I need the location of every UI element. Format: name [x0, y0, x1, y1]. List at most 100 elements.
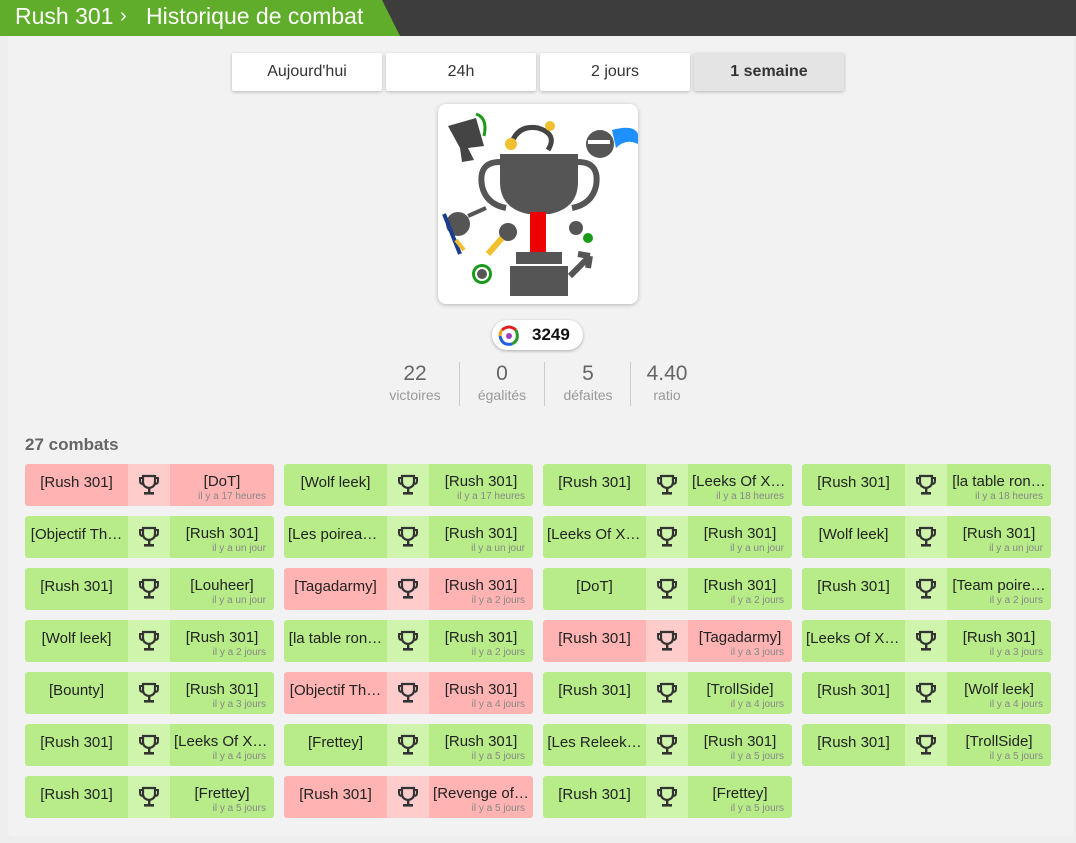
fight-card[interactable]: [la table ron… [Rush 301] il y a 2 jours [284, 620, 533, 662]
team-left-name: [Rush 301] [558, 630, 631, 647]
period-today-button[interactable]: Aujourd'hui [232, 53, 382, 91]
fight-card[interactable]: [Rush 301] [la table ron… il y a 18 heures [802, 464, 1051, 506]
fight-date: il y a un jour [212, 543, 266, 554]
fight-card[interactable]: [Rush 301] [Frettey] il y a 5 jours [25, 776, 274, 818]
team-right-name: [la table ron… [952, 473, 1046, 490]
fight-card[interactable]: [Les poireau… [Rush 301] il y a un jour [284, 516, 533, 558]
fight-team-right: [Rush 301] il y a 5 jours [429, 724, 533, 766]
fight-card[interactable]: [Leeks Of Xi… [Rush 301] il y a 3 jours [802, 620, 1051, 662]
team-right-name: [Rush 301] [444, 577, 518, 594]
team-right-name: [Tagadarmy] [698, 629, 782, 646]
fight-team-left: [Rush 301] [284, 776, 387, 818]
fight-team-right: [Leeks Of Xi… il y a 18 heures [688, 464, 792, 506]
fight-card[interactable]: [DoT] [Rush 301] il y a 2 jours [543, 568, 792, 610]
stat-victories: 22 victoires [375, 362, 455, 404]
fight-card[interactable]: [Rush 301] [TrollSide] il y a 4 jours [543, 672, 792, 714]
team-right-name: [TrollSide] [706, 681, 774, 698]
fight-team-right: [Revenge of… il y a 5 jours [429, 776, 533, 818]
fight-date: il y a 5 jours [730, 751, 784, 762]
talent-value: 3249 [532, 325, 570, 344]
fight-card[interactable]: [Rush 301] [TrollSide] il y a 5 jours [802, 724, 1051, 766]
fight-result [387, 464, 429, 506]
stat-value: 22 [403, 362, 427, 385]
period-1week-button[interactable]: 1 semaine [694, 53, 844, 91]
fight-result [646, 620, 688, 662]
fight-date: il y a 2 jours [212, 647, 266, 658]
fight-team-right: [Frettey] il y a 5 jours [170, 776, 274, 818]
team-left-name: [Rush 301] [817, 474, 890, 491]
fight-card[interactable]: [Rush 301] [Revenge of… il y a 5 jours [284, 776, 533, 818]
fight-result [387, 568, 429, 610]
fight-result [128, 724, 170, 766]
team-left-name: [Les poireau… [288, 526, 383, 543]
fight-date: il y a 18 heures [975, 491, 1043, 502]
trophy-icon [397, 526, 419, 548]
fight-card[interactable]: [Wolf leek] [Rush 301] il y a 17 heures [284, 464, 533, 506]
fight-team-right: [Rush 301] il y a 2 jours [170, 620, 274, 662]
team-left-name: [Les Releek… [547, 734, 642, 751]
fight-team-right: [Team poire… il y a 2 jours [947, 568, 1051, 610]
fight-card[interactable]: [Rush 301] [Leeks Of Xi… il y a 18 heures [543, 464, 792, 506]
stat-label: égalités [477, 387, 527, 403]
fight-card[interactable]: [Les Releek… [Rush 301] il y a 5 jours [543, 724, 792, 766]
fight-card[interactable]: [Wolf leek] [Rush 301] il y a 2 jours [25, 620, 274, 662]
team-right-name: [Rush 301] [962, 525, 1036, 542]
fight-team-right: [Rush 301] il y a un jour [170, 516, 274, 558]
trophy-icon [656, 578, 678, 600]
fight-result [387, 620, 429, 662]
fight-card[interactable]: [Objectif Th… [Rush 301] il y a 4 jours [284, 672, 533, 714]
fight-card[interactable]: [Rush 301] [Tagadarmy] il y a 3 jours [543, 620, 792, 662]
fight-date: il y a un jour [989, 543, 1043, 554]
fight-card[interactable]: [Rush 301] [DoT] il y a 17 heures [25, 464, 274, 506]
fight-date: il y a 2 jours [471, 647, 525, 658]
fight-team-right: [Rush 301] il y a 17 heures [429, 464, 533, 506]
team-left-name: [Frettey] [307, 734, 363, 751]
fight-team-right: [la table ron… il y a 18 heures [947, 464, 1051, 506]
team-left-name: [Bounty] [48, 682, 105, 699]
period-24h-button[interactable]: 24h [386, 53, 536, 91]
fight-date: il y a 3 jours [730, 647, 784, 658]
team-left-name: [Rush 301] [558, 786, 631, 803]
team-right-name: [DoT] [203, 473, 241, 490]
fight-team-right: [Rush 301] il y a 3 jours [947, 620, 1051, 662]
fight-card[interactable]: [Rush 301] [Louheer] il y a un jour [25, 568, 274, 610]
fight-card[interactable]: [Rush 301] [Leeks Of Xi… il y a 4 jours [25, 724, 274, 766]
trophy-icon [397, 474, 419, 496]
team-left-name: [la table ron… [288, 630, 383, 647]
talent-badge: 3249 [492, 320, 583, 350]
team-right-name: [Rush 301] [703, 733, 777, 750]
fight-result [128, 620, 170, 662]
fight-card[interactable]: [Leeks Of Xi… [Rush 301] il y a un jour [543, 516, 792, 558]
fight-team-right: [Rush 301] il y a 4 jours [429, 672, 533, 714]
team-left-name: [Wolf leek] [300, 474, 371, 491]
fight-date: il y a 3 jours [989, 647, 1043, 658]
fight-result [387, 672, 429, 714]
stat-value: 0 [496, 362, 508, 385]
talent-icon [497, 324, 521, 348]
fight-card[interactable]: [Objectif Th… [Rush 301] il y a un jour [25, 516, 274, 558]
fight-result [128, 568, 170, 610]
fight-card[interactable]: [Rush 301] [Wolf leek] il y a 4 jours [802, 672, 1051, 714]
fight-card[interactable]: [Wolf leek] [Rush 301] il y a un jour [802, 516, 1051, 558]
fight-card[interactable]: [Tagadarmy] [Rush 301] il y a 2 jours [284, 568, 533, 610]
fight-date: il y a 4 jours [989, 699, 1043, 710]
trophy-icon [656, 786, 678, 808]
fight-card[interactable]: [Rush 301] [Frettey] il y a 5 jours [543, 776, 792, 818]
farmer-link[interactable]: Rush 301 [15, 3, 113, 30]
fight-team-right: [DoT] il y a 17 heures [170, 464, 274, 506]
fight-card[interactable]: [Rush 301] [Team poire… il y a 2 jours [802, 568, 1051, 610]
fight-card[interactable]: [Bounty] [Rush 301] il y a 3 jours [25, 672, 274, 714]
fight-team-left: [Rush 301] [802, 672, 905, 714]
stat-divider [459, 362, 460, 406]
fight-result [905, 672, 947, 714]
fight-date: il y a 3 jours [212, 699, 266, 710]
team-right-name: [Rush 301] [703, 577, 777, 594]
fight-date: il y a 17 heures [198, 491, 266, 502]
fight-team-left: [Rush 301] [25, 724, 128, 766]
fight-team-left: [Wolf leek] [25, 620, 128, 662]
fight-count: 27 combats [25, 435, 119, 454]
trophy-icon [656, 630, 678, 652]
period-2days-button[interactable]: 2 jours [540, 53, 690, 91]
fight-card[interactable]: [Frettey] [Rush 301] il y a 5 jours [284, 724, 533, 766]
fight-team-right: [Leeks Of Xi… il y a 4 jours [170, 724, 274, 766]
